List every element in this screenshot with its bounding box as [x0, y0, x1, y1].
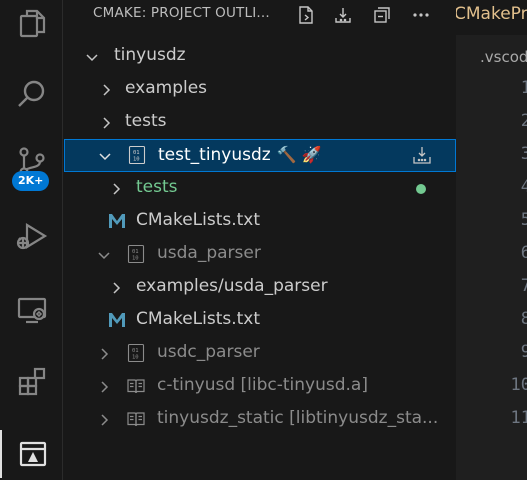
chevron-down-icon: [97, 148, 113, 164]
line-number: 8: [520, 309, 527, 329]
line-number: 6: [520, 243, 527, 263]
tree-item-tests[interactable]: tests: [64, 106, 456, 139]
cmake-icon[interactable]: [0, 430, 63, 478]
svg-text:01: 01: [132, 348, 139, 354]
tree-item-label: usda_parser: [157, 243, 261, 263]
chevron-right-icon: [98, 82, 114, 98]
cmake-project-outline: CMAKE: PROJECT OUTLI... tinyusdz example…: [64, 0, 456, 480]
tab-label: CMakePre: [456, 4, 527, 24]
svg-text:10: 10: [132, 355, 139, 361]
tree-item-label: CMakeLists.txt: [136, 210, 261, 230]
tree-item-tinyusdz-static[interactable]: tinyusdz_static [libtinyusdz_sta...: [64, 403, 456, 436]
line-number: 10: [510, 375, 527, 395]
tree-item-label: test_tinyusdz 🔨 🚀: [158, 145, 322, 165]
editor-area: CMakePre .vscod 1 2 3 4 5 6 7 8 9 10 11: [456, 0, 527, 480]
library-icon: [126, 409, 146, 429]
tree-item-label: tests: [125, 111, 167, 131]
svg-text:10: 10: [133, 157, 140, 163]
run-debug-icon[interactable]: [0, 212, 63, 260]
collapse-all-icon[interactable]: [370, 3, 394, 27]
chevron-right-icon: [96, 412, 112, 428]
line-number: 7: [520, 276, 527, 296]
sidebar-header: CMAKE: PROJECT OUTLI...: [64, 0, 456, 30]
tree-item-examples[interactable]: examples: [64, 73, 456, 106]
tree-item-label: examples/usda_parser: [136, 276, 328, 296]
configure-icon[interactable]: [331, 3, 355, 27]
line-number: 11: [510, 408, 527, 428]
tree-item-label: tinyusdz: [114, 45, 186, 65]
tree-item-label: tinyusdz_static [libtinyusdz_sta...: [157, 408, 439, 428]
search-icon[interactable]: [0, 70, 63, 118]
executable-icon: 01 10: [126, 244, 146, 264]
tree-item-tests-folder[interactable]: tests: [64, 172, 456, 205]
tree-item-test-tinyusdz[interactable]: 01 10 test_tinyusdz 🔨 🚀: [64, 139, 456, 172]
activity-bar: 2K+: [0, 0, 63, 480]
tree-item-label: tests: [136, 177, 178, 197]
tree-item-label: c-tinyusd [libc-tinyusd.a]: [157, 375, 368, 395]
more-icon[interactable]: [409, 3, 433, 27]
svg-text:10: 10: [132, 256, 139, 262]
line-number: 2: [520, 111, 527, 131]
chevron-right-icon: [98, 115, 114, 131]
remote-explorer-icon[interactable]: [0, 286, 63, 334]
line-number: 3: [520, 144, 527, 164]
line-number: 1: [520, 78, 527, 98]
build-target-icon[interactable]: [412, 145, 432, 165]
breadcrumb[interactable]: .vscod: [480, 48, 527, 66]
line-number: 5: [520, 210, 527, 230]
tree-item-label: usdc_parser: [157, 342, 260, 362]
executable-icon: 01 10: [127, 145, 147, 165]
chevron-right-icon: [96, 346, 112, 362]
chevron-right-icon: [96, 379, 112, 395]
library-icon: [126, 376, 146, 396]
source-control-badge: 2K+: [12, 171, 50, 191]
line-number: 9: [520, 342, 527, 362]
extensions-icon[interactable]: [0, 358, 63, 406]
tree-item-cmakelists[interactable]: CMakeLists.txt: [64, 304, 456, 337]
chevron-right-icon: [108, 280, 124, 296]
new-file-icon[interactable]: [294, 3, 318, 27]
tree-item-tinyusdz[interactable]: tinyusdz: [64, 40, 456, 73]
chevron-right-icon: [108, 181, 124, 197]
line-number: 4: [520, 177, 527, 197]
tree-item-cmakelists[interactable]: CMakeLists.txt: [64, 205, 456, 238]
tree-item-usdc-parser[interactable]: 01 10 usdc_parser: [64, 337, 456, 370]
cmake-file-icon: [107, 211, 127, 231]
tree-item-c-tinyusd[interactable]: c-tinyusd [libc-tinyusd.a]: [64, 370, 456, 403]
tree-item-label: CMakeLists.txt: [136, 309, 261, 329]
svg-text:01: 01: [133, 150, 140, 156]
chevron-down-icon: [84, 49, 100, 65]
chevron-down-icon: [96, 247, 112, 263]
tree-item-usda-parser[interactable]: 01 10 usda_parser: [64, 238, 456, 271]
tree-item-label: examples: [125, 78, 208, 98]
cmake-file-icon: [107, 310, 127, 330]
build-run-emojis: 🔨 🚀: [276, 145, 322, 164]
modified-dot: [416, 184, 426, 194]
explorer-icon[interactable]: [0, 0, 63, 48]
executable-icon: 01 10: [126, 343, 146, 363]
svg-text:01: 01: [132, 249, 139, 255]
editor-tab[interactable]: CMakePre: [456, 0, 527, 35]
sidebar-title: CMAKE: PROJECT OUTLI...: [93, 5, 270, 21]
tree-item-examples-usda-parser[interactable]: examples/usda_parser: [64, 271, 456, 304]
